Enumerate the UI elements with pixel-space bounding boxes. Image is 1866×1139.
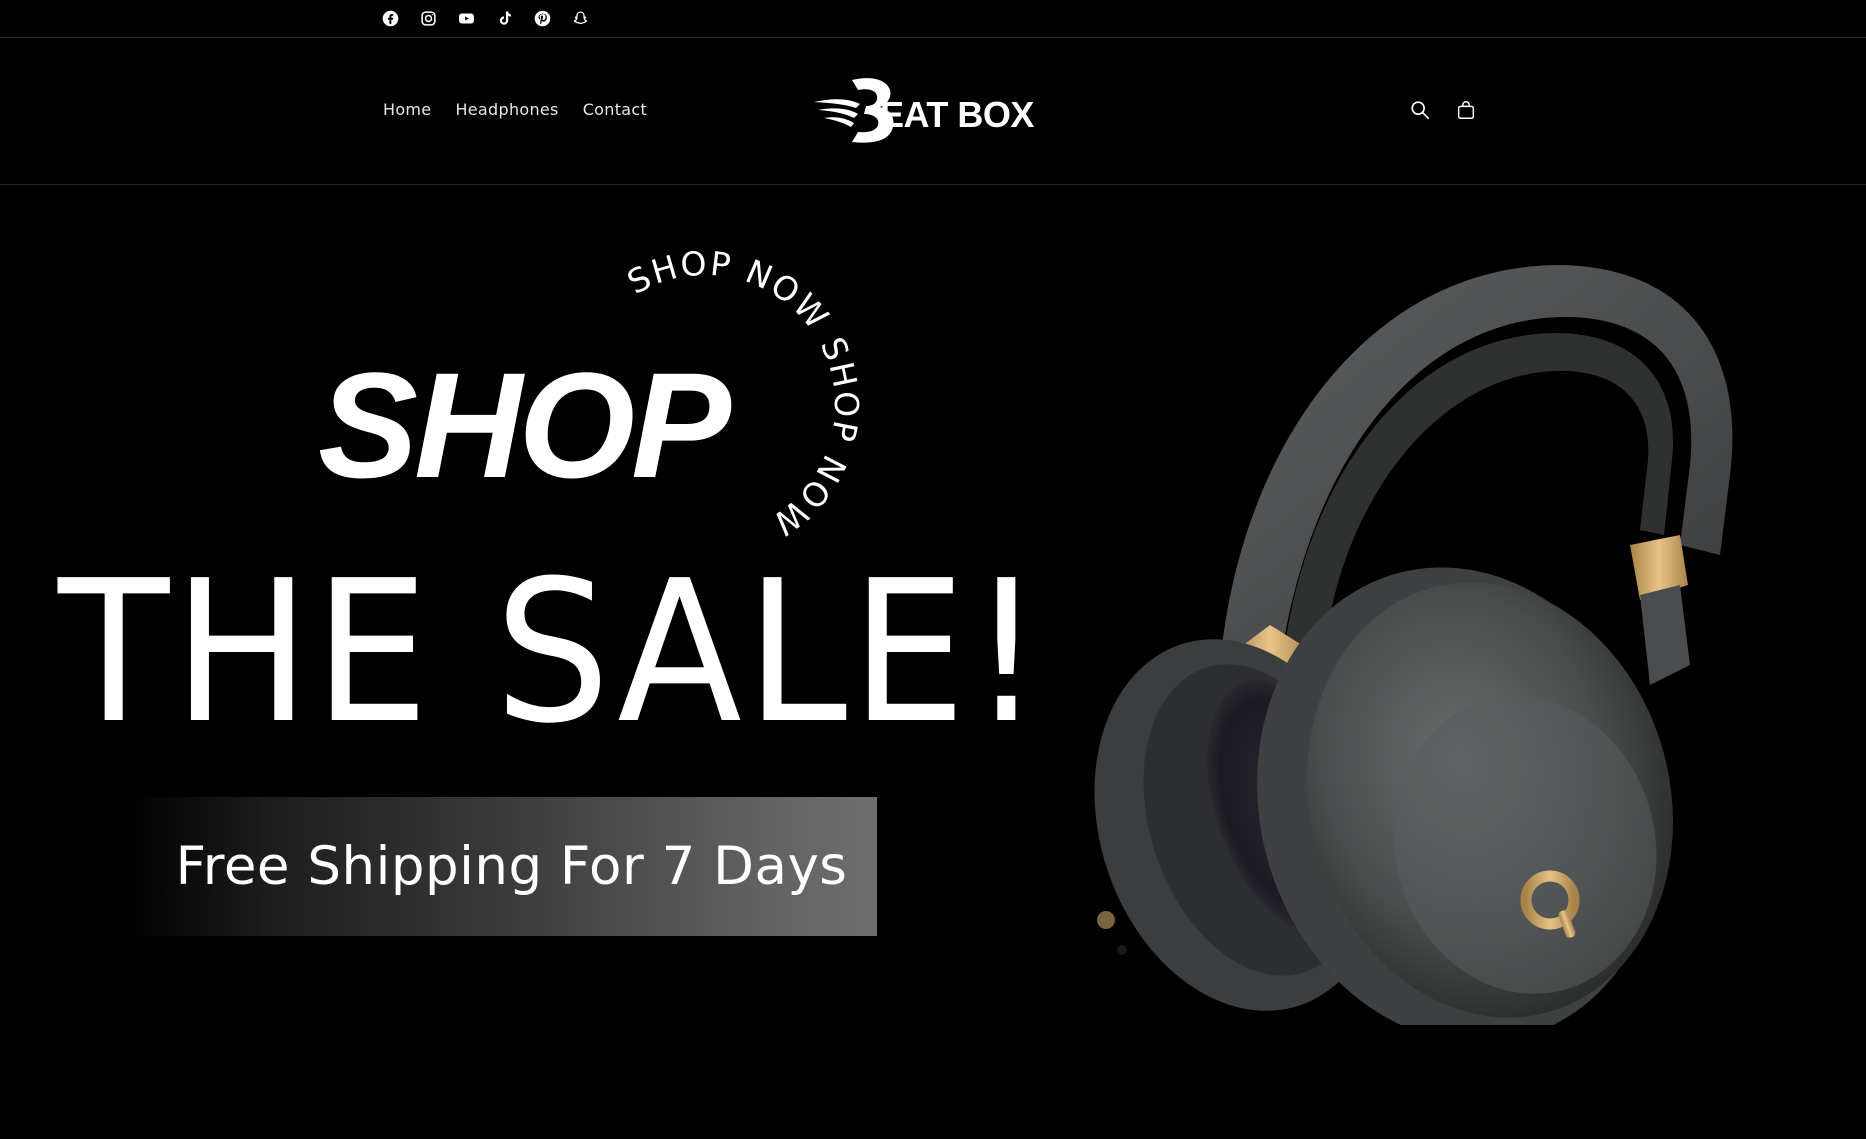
hero-banner: SHOP NOW SHOP NOW SHOP THE SALE! Free Sh… (0, 185, 1866, 1139)
hero-title: SHOP (318, 341, 731, 509)
pinterest-icon[interactable] (532, 8, 552, 28)
site-header: Home Headphones Contact B EAT BOX (0, 38, 1866, 185)
hero-subtitle: THE SALE! (58, 539, 1047, 767)
social-icons (380, 8, 590, 28)
nav-headphones[interactable]: Headphones (455, 100, 558, 119)
headphones-product-image[interactable] (1040, 245, 1760, 1025)
snapchat-icon[interactable] (570, 8, 590, 28)
facebook-icon[interactable] (380, 8, 400, 28)
main-nav: Home Headphones Contact (383, 100, 647, 119)
header-actions (1408, 98, 1478, 122)
nav-contact[interactable]: Contact (583, 100, 647, 119)
search-icon[interactable] (1408, 98, 1432, 122)
logo-text: EAT BOX (880, 94, 1034, 135)
shipping-banner-text: Free Shipping For 7 Days (175, 836, 848, 897)
youtube-icon[interactable] (456, 8, 476, 28)
social-bar (0, 0, 1866, 38)
nav-home[interactable]: Home (383, 100, 431, 119)
site-logo[interactable]: B EAT BOX (812, 72, 1052, 148)
instagram-icon[interactable] (418, 8, 438, 28)
tiktok-icon[interactable] (494, 8, 514, 28)
shipping-banner[interactable]: Free Shipping For 7 Days (130, 797, 877, 936)
cart-icon[interactable] (1454, 98, 1478, 122)
